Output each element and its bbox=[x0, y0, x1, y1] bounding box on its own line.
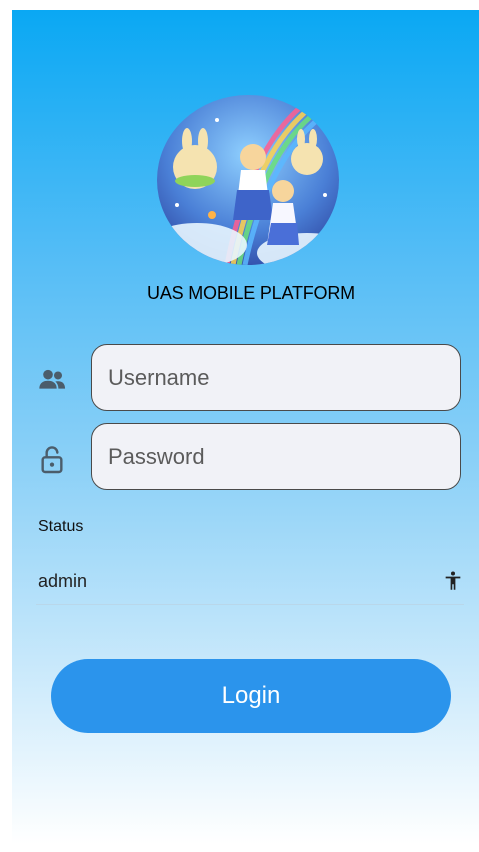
lock-open-icon bbox=[41, 446, 63, 474]
avatar-image bbox=[157, 95, 339, 265]
status-label: Status bbox=[38, 518, 84, 535]
status-value: admin bbox=[38, 571, 88, 591]
person-standing-icon bbox=[445, 571, 461, 590]
app-title: UAS MOBILE PLATFORM bbox=[147, 283, 355, 303]
login-button[interactable]: Login bbox=[51, 659, 451, 733]
people-icon bbox=[39, 369, 66, 389]
avatar bbox=[157, 95, 339, 265]
status-select[interactable]: admin bbox=[36, 566, 464, 605]
username-input[interactable] bbox=[91, 344, 461, 411]
password-input[interactable] bbox=[91, 423, 461, 490]
login-screen: UAS MOBILE PLATFORM Status admin Login bbox=[12, 10, 479, 844]
